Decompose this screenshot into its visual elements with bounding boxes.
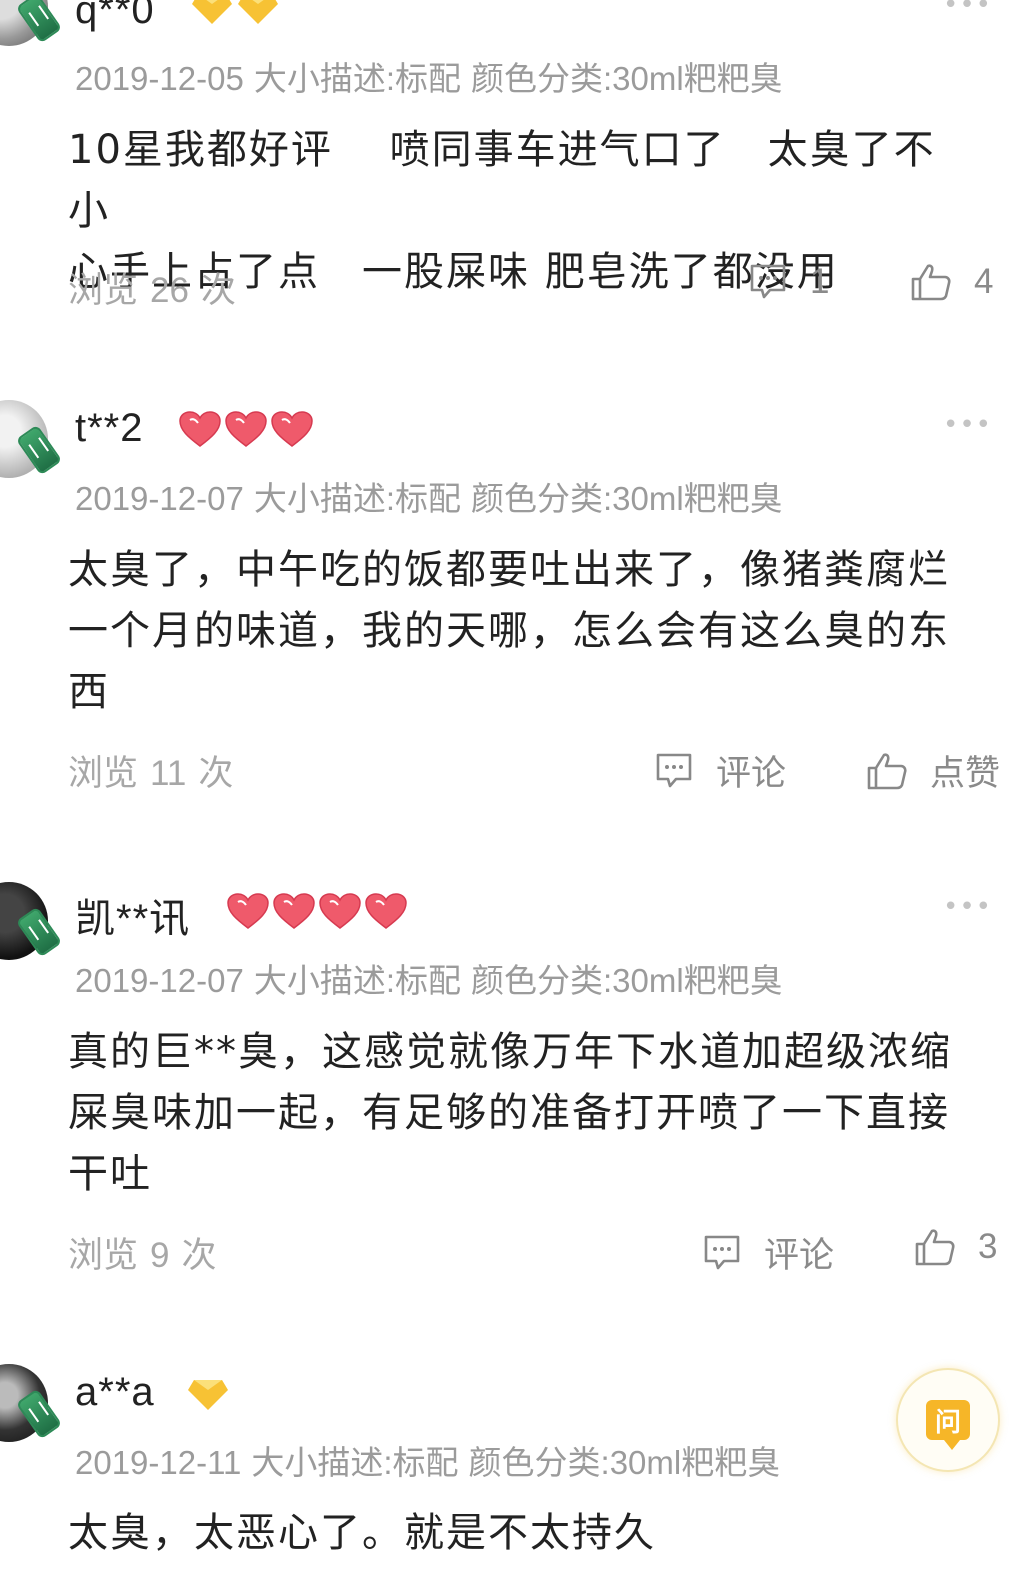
view-count: 浏览 11 次	[68, 745, 233, 796]
review-text-line: 太臭，太恶心了。就是不太持久	[68, 1510, 656, 1556]
avatar[interactable]	[0, 400, 63, 478]
like-button[interactable]: 4	[910, 262, 993, 302]
like-button[interactable]: 3	[914, 1227, 997, 1267]
level-ring-icon	[15, 1388, 63, 1440]
avatar[interactable]	[0, 882, 63, 960]
more-icon[interactable]: •••	[943, 892, 992, 922]
level-ring-icon	[15, 0, 63, 44]
username[interactable]: a**a	[75, 1370, 155, 1415]
review-date: 2019-12-11	[75, 1444, 242, 1481]
diamond-icon	[188, 1380, 228, 1410]
comment-button[interactable]: 评论	[702, 1227, 834, 1278]
review-text-line: 西	[68, 669, 110, 715]
ask-question-button[interactable]: 问	[896, 1368, 1000, 1472]
review-text: 太臭，太恶心了。就是不太持久	[68, 1503, 973, 1564]
size-desc: 大小描述:标配	[253, 480, 461, 517]
diamond-icon	[192, 0, 232, 24]
color-category: 颜色分类:30ml粑粑臭	[470, 480, 783, 517]
review-meta: 2019-12-07 大小描述:标配 颜色分类:30ml粑粑臭	[75, 954, 783, 1002]
comment-button[interactable]: 1	[748, 262, 829, 302]
review-text-line: 干吐	[68, 1151, 152, 1197]
comment-icon	[750, 264, 786, 299]
review-footer: 浏览 26 次 1 4	[68, 262, 1008, 312]
member-badges	[186, 1378, 230, 1412]
like-button[interactable]: 点赞	[866, 745, 1000, 796]
member-badges	[190, 0, 280, 26]
like-label: 3	[978, 1227, 998, 1266]
thumbs-up-icon	[867, 752, 907, 789]
comment-icon	[704, 1235, 740, 1269]
review-text: 真的巨**臭，这感觉就像万年下水道加超级浓缩 屎臭味加一起，有足够的准备打开喷了…	[68, 1022, 973, 1205]
review-text-line: 太臭了，中午吃的饭都要吐出来了，像猪粪腐烂	[68, 547, 950, 593]
review-text-line: 屎臭味加一起，有足够的准备打开喷了一下直接	[68, 1090, 950, 1136]
member-badges	[178, 410, 314, 448]
review-meta: 2019-12-11 大小描述:标配 颜色分类:30ml粑粑臭	[75, 1436, 780, 1484]
thumbs-up-icon	[911, 264, 951, 301]
color-category: 颜色分类:30ml粑粑臭	[470, 962, 783, 999]
views-label: 浏览	[68, 271, 139, 310]
review-text: 太臭了，中午吃的饭都要吐出来了，像猪粪腐烂 一个月的味道，我的天哪，怎么会有这么…	[68, 540, 973, 723]
review-date: 2019-12-07	[75, 962, 244, 999]
review-meta: 2019-12-05 大小描述:标配 颜色分类:30ml粑粑臭	[75, 52, 783, 100]
ask-icon: 问	[926, 1400, 970, 1450]
more-icon[interactable]: •••	[943, 410, 992, 440]
level-ring-icon	[15, 424, 63, 476]
ask-label: 问	[934, 1407, 961, 1438]
size-desc: 大小描述:标配	[253, 962, 461, 999]
review-text-line: 一个月的味道，我的天哪，怎么会有这么臭的东	[68, 608, 950, 654]
heart-icon	[225, 411, 267, 447]
review-date: 2019-12-05	[75, 60, 244, 97]
username[interactable]: q**0	[75, 0, 155, 33]
views-number: 26	[150, 271, 189, 310]
comment-label: 1	[810, 262, 830, 301]
more-icon[interactable]: •••	[943, 0, 992, 20]
view-count: 浏览 9 次	[68, 1227, 217, 1278]
like-label: 点赞	[930, 754, 1001, 793]
heart-icon	[273, 893, 315, 929]
heart-icon	[271, 411, 313, 447]
avatar[interactable]	[0, 1364, 63, 1442]
review-date: 2019-12-07	[75, 480, 244, 517]
username[interactable]: 凯**讯	[75, 886, 190, 944]
username[interactable]: t**2	[75, 406, 144, 451]
views-unit: 次	[198, 754, 234, 793]
review-footer: 浏览 11 次 评论 点赞	[68, 745, 1008, 795]
review-footer: 浏览 9 次 评论 3	[68, 1227, 1008, 1277]
view-count: 浏览 26 次	[68, 262, 236, 313]
member-badges	[226, 892, 408, 930]
color-category: 颜色分类:30ml粑粑臭	[468, 1444, 781, 1481]
comment-label: 评论	[716, 754, 787, 793]
views-label: 浏览	[68, 1236, 139, 1275]
diamond-icon	[238, 0, 278, 24]
comment-button[interactable]: 评论	[654, 745, 786, 796]
heart-icon	[179, 411, 221, 447]
heart-icon	[365, 893, 407, 929]
views-unit: 次	[200, 271, 236, 310]
views-unit: 次	[181, 1236, 217, 1275]
size-desc: 大小描述:标配	[253, 60, 461, 97]
avatar[interactable]	[0, 0, 63, 46]
level-ring-icon	[15, 906, 63, 958]
review-text-line: 10星我都好评 喷同事车进气口了 太臭了不小	[68, 127, 936, 234]
heart-icon	[319, 893, 361, 929]
views-number: 11	[150, 754, 187, 793]
review-meta: 2019-12-07 大小描述:标配 颜色分类:30ml粑粑臭	[75, 472, 783, 520]
thumbs-up-icon	[915, 1229, 955, 1266]
review-text-line: 真的巨**臭，这感觉就像万年下水道加超级浓缩	[68, 1029, 952, 1075]
comment-label: 评论	[764, 1236, 835, 1275]
heart-icon	[227, 893, 269, 929]
size-desc: 大小描述:标配	[251, 1444, 459, 1481]
color-category: 颜色分类:30ml粑粑臭	[470, 60, 783, 97]
views-label: 浏览	[68, 754, 139, 793]
like-label: 4	[974, 262, 994, 301]
views-number: 9	[150, 1236, 170, 1275]
comment-icon	[656, 753, 692, 787]
